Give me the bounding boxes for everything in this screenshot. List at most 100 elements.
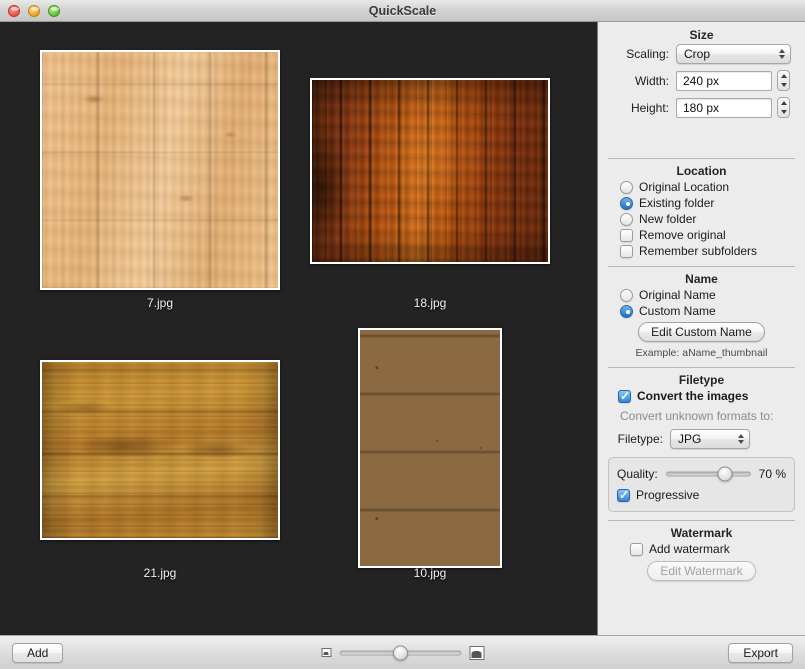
chevron-updown-icon [779, 49, 785, 59]
width-row: Width: 240 px [608, 70, 795, 91]
option-label: Existing folder [639, 196, 715, 210]
checkbox-add-watermark[interactable]: Add watermark [630, 542, 795, 556]
option-label: Convert the images [637, 389, 749, 403]
radio-existing-folder[interactable]: Existing folder [620, 196, 795, 210]
option-label: Custom Name [639, 304, 716, 318]
radio-icon [620, 212, 633, 226]
width-stepper[interactable] [777, 70, 790, 91]
watermark-section-title: Watermark [670, 526, 733, 540]
wood-texture-oak [42, 362, 278, 538]
thumbnail-size-control [321, 645, 484, 661]
add-button[interactable]: Add [12, 642, 64, 663]
thumbnail-image[interactable] [358, 328, 502, 568]
small-thumbnail-icon[interactable] [321, 648, 331, 657]
checkbox-icon-checked [617, 488, 630, 502]
thumbnail-label: 10.jpg [413, 566, 447, 580]
slider-knob[interactable] [392, 645, 408, 660]
checkbox-icon-checked [618, 389, 631, 403]
quality-value: 70 % [758, 467, 786, 481]
radio-original-location[interactable]: Original Location [620, 180, 795, 194]
size-section-title: Size [689, 28, 714, 42]
option-label: Add watermark [649, 542, 730, 556]
wood-texture-barnwood [360, 330, 500, 566]
filetype-select-value: JPG [678, 432, 702, 446]
thumbnail-image[interactable] [310, 78, 550, 264]
checkbox-icon [620, 244, 633, 258]
filetype-select[interactable]: JPG [670, 429, 750, 449]
scaling-select-value: Crop [684, 47, 711, 61]
radio-icon [620, 180, 633, 194]
width-input-value: 240 px [683, 73, 720, 88]
window-title: QuickScale [368, 3, 437, 18]
checkbox-icon [620, 228, 633, 242]
edit-custom-name-row: Edit Custom Name [608, 322, 795, 342]
height-label: Height: [630, 100, 669, 115]
custom-name-example: Example: aName_thumbnail [635, 347, 768, 359]
thumbnail-item[interactable]: 18.jpg [310, 78, 550, 310]
option-label: Progressive [636, 488, 700, 502]
app-window: QuickScale 7.jpg 18.jpg 21.jpg 10.jpg Si… [0, 0, 805, 669]
thumbnail-size-slider[interactable] [339, 645, 461, 661]
quality-groupbox: Quality: 70 % Progressive [608, 457, 795, 512]
radio-icon-selected [620, 196, 633, 210]
scaling-select[interactable]: Crop [676, 44, 791, 64]
divider [608, 367, 795, 368]
bottom-toolbar: Add Export [0, 635, 805, 669]
edit-watermark-button[interactable]: Edit Watermark [647, 561, 756, 581]
slider-knob[interactable] [717, 466, 733, 482]
checkbox-progressive[interactable]: Progressive [617, 488, 786, 502]
chevron-updown-icon [738, 434, 744, 444]
quality-slider[interactable] [665, 466, 751, 482]
scaling-row: Scaling: Crop [608, 44, 795, 64]
edit-watermark-row: Edit Watermark [608, 561, 795, 581]
radio-icon [620, 288, 633, 302]
wood-texture-maple [42, 52, 278, 288]
radio-new-folder[interactable]: New folder [620, 212, 795, 226]
option-label: Original Location [639, 180, 730, 194]
thumbnail-image[interactable] [40, 50, 280, 290]
name-section-title: Name [685, 272, 718, 286]
filetype-row: Filetype: JPG [608, 429, 795, 449]
quality-label: Quality: [617, 467, 658, 481]
thumbnail-label: 21.jpg [143, 566, 177, 580]
radio-icon-selected [620, 304, 633, 318]
thumbnail-label: 7.jpg [146, 296, 174, 310]
scaling-label: Scaling: [626, 47, 669, 61]
checkbox-convert-images[interactable]: Convert the images [618, 389, 795, 403]
radio-custom-name[interactable]: Custom Name [620, 304, 795, 318]
thumbnail-image[interactable] [40, 360, 280, 540]
zoom-button[interactable] [48, 4, 60, 17]
checkbox-remember-subfolders[interactable]: Remember subfolders [620, 244, 795, 258]
quality-row: Quality: 70 % [617, 466, 786, 482]
window-controls [0, 4, 60, 17]
close-button[interactable] [8, 4, 20, 17]
divider [608, 520, 795, 521]
large-thumbnail-icon[interactable] [469, 645, 484, 660]
wood-texture-mahogany [312, 80, 548, 262]
radio-original-name[interactable]: Original Name [620, 288, 795, 302]
inspector-sidebar: Size Scaling: Crop Width: 240 px Height:… [598, 22, 805, 635]
title-bar: QuickScale [0, 0, 805, 22]
height-stepper[interactable] [777, 97, 790, 118]
option-label: Remember subfolders [639, 244, 758, 258]
filetype-section-title: Filetype [678, 373, 725, 387]
divider [608, 266, 795, 267]
height-input-value: 180 px [683, 100, 720, 115]
minimize-button[interactable] [28, 4, 40, 17]
convert-hint: Convert unknown formats to: [620, 409, 774, 423]
thumbnail-item[interactable]: 21.jpg [40, 360, 280, 580]
thumbnail-item[interactable]: 10.jpg [358, 328, 502, 580]
option-label: Original Name [639, 288, 716, 302]
thumbnail-item[interactable]: 7.jpg [40, 50, 280, 310]
height-row: Height: 180 px [608, 97, 795, 118]
width-input[interactable]: 240 px [676, 70, 772, 91]
height-input[interactable]: 180 px [676, 97, 772, 118]
slider-track [665, 471, 751, 477]
checkbox-remove-original[interactable]: Remove original [620, 228, 795, 242]
edit-custom-name-button[interactable]: Edit Custom Name [638, 322, 765, 342]
export-button[interactable]: Export [728, 642, 793, 663]
option-label: Remove original [639, 228, 726, 242]
thumbnail-label: 18.jpg [413, 296, 447, 310]
divider [608, 158, 795, 159]
thumbnail-canvas[interactable]: 7.jpg 18.jpg 21.jpg 10.jpg [0, 22, 598, 635]
